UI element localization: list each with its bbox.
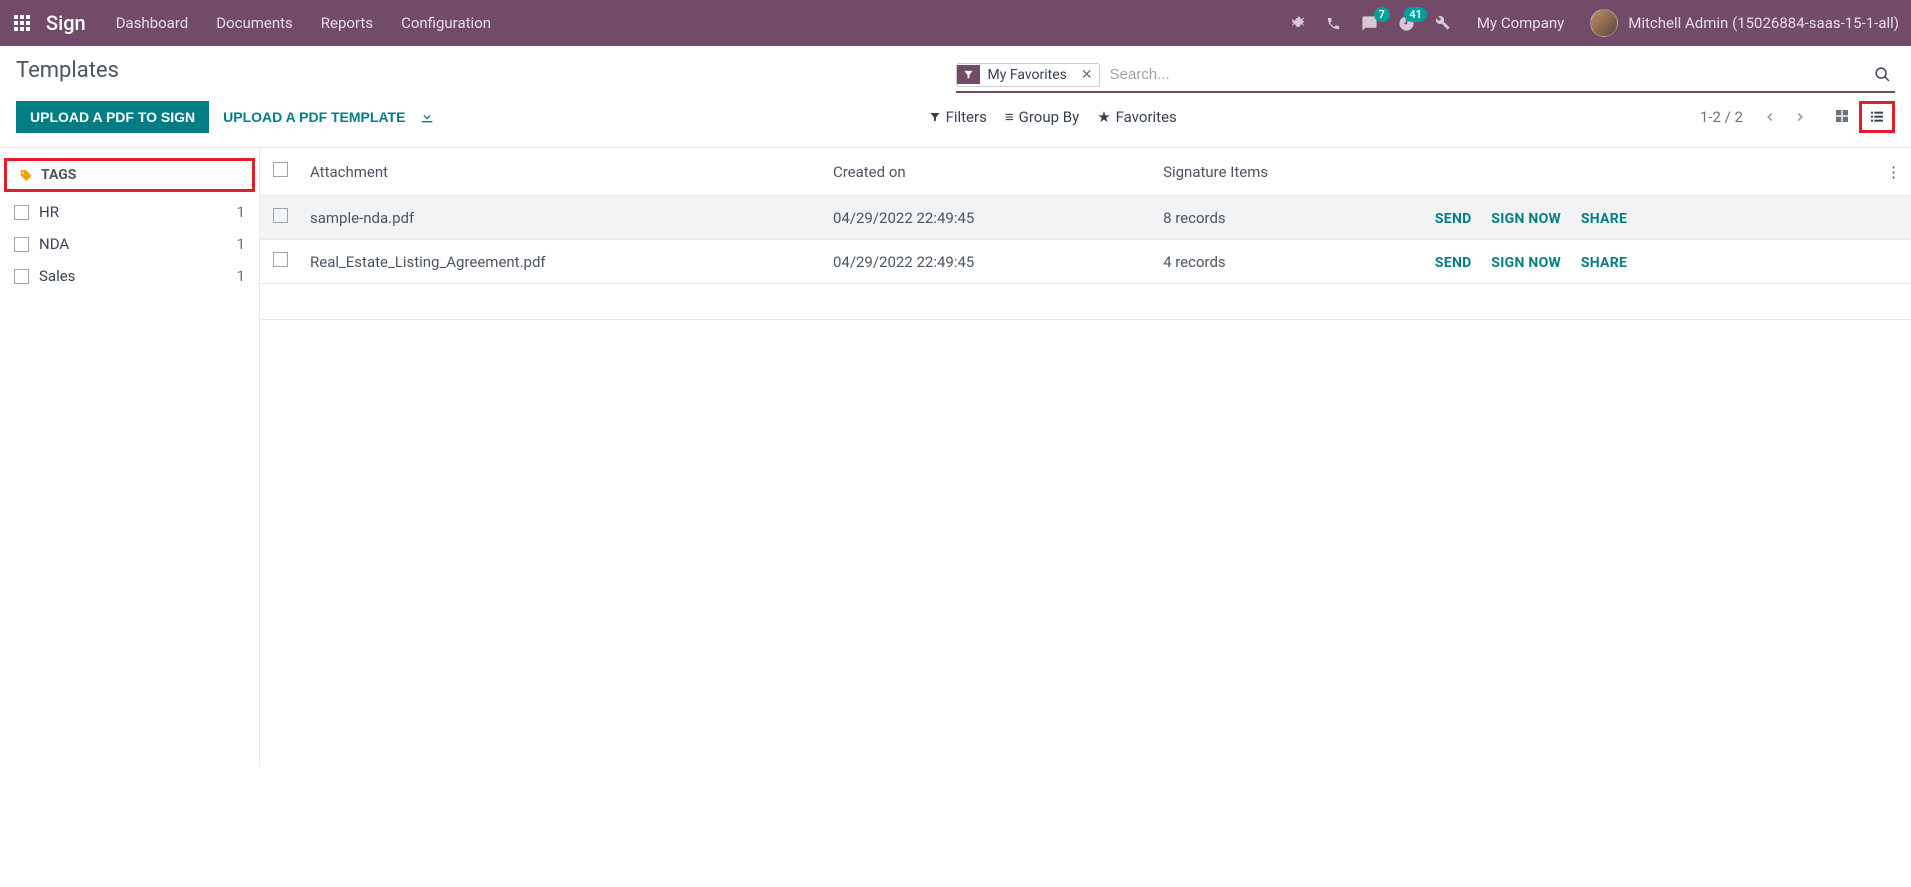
filter-icon [957,65,980,84]
cell-created-on: 04/29/2022 22:49:45 [823,196,1153,240]
tag-label: NDA [39,235,237,253]
upload-pdf-sign-button[interactable]: UPLOAD A PDF TO SIGN [16,101,209,133]
search-input[interactable] [1106,62,1870,87]
nav-dashboard[interactable]: Dashboard [116,14,189,32]
templates-table: Attachment Created on Signature Items ⋮ … [260,148,1911,320]
table-row[interactable]: Real_Estate_Listing_Agreement.pdf 04/29/… [260,240,1911,284]
pager-text[interactable]: 1-2 / 2 [1700,108,1743,126]
send-button[interactable]: SEND [1435,211,1472,227]
filters-label: Filters [946,108,987,126]
pager-next-icon[interactable] [1785,105,1815,129]
search-facet: My Favorites ✕ [956,63,1100,87]
facet-label: My Favorites [980,64,1075,86]
user-menu[interactable]: Mitchell Admin (15026884-saas-15-1-all) [1590,9,1899,37]
cell-attachment: Real_Estate_Listing_Agreement.pdf [300,240,823,284]
nav-documents[interactable]: Documents [216,14,293,32]
group-by-label: Group By [1019,108,1080,126]
col-attachment[interactable]: Attachment [300,148,823,196]
messages-badge: 7 [1374,7,1390,22]
col-signature-items[interactable]: Signature Items [1153,148,1409,196]
action-row: UPLOAD A PDF TO SIGN UPLOAD A PDF TEMPLA… [0,95,1911,147]
tag-item-sales[interactable]: Sales 1 [0,260,259,292]
columns-menu-icon[interactable]: ⋮ [1876,148,1911,196]
debug-icon[interactable] [1290,15,1306,31]
select-all-checkbox[interactable] [273,162,288,177]
col-created-on[interactable]: Created on [823,148,1153,196]
row-checkbox[interactable] [273,208,288,223]
favorites-button[interactable]: ★ Favorites [1097,108,1177,126]
checkbox-icon[interactable] [14,237,29,252]
user-name-label: Mitchell Admin (15026884-saas-15-1-all) [1628,14,1899,32]
list-content: Attachment Created on Signature Items ⋮ … [260,148,1911,767]
activities-badge: 41 [1404,7,1427,22]
upload-pdf-template-button[interactable]: UPLOAD A PDF TEMPLATE [223,109,405,125]
nav-configuration[interactable]: Configuration [401,14,491,32]
facet-remove-icon[interactable]: ✕ [1075,64,1099,86]
activities-icon[interactable]: 41 [1398,15,1415,32]
checkbox-icon[interactable] [14,205,29,220]
nav-reports[interactable]: Reports [321,14,373,32]
tag-label: Sales [39,267,237,285]
company-selector[interactable]: My Company [1477,14,1564,32]
tag-count: 1 [237,267,245,285]
group-by-button[interactable]: ≡ Group By [1005,108,1079,126]
share-button[interactable]: SHARE [1581,211,1627,227]
cell-created-on: 04/29/2022 22:49:45 [823,240,1153,284]
checkbox-icon[interactable] [14,269,29,284]
phone-icon[interactable] [1326,16,1341,31]
tag-count: 1 [237,203,245,221]
sidebar: TAGS HR 1 NDA 1 Sales 1 [0,148,260,767]
tools-icon[interactable] [1435,15,1451,31]
tag-icon [19,167,33,183]
cell-attachment: sample-nda.pdf [300,196,823,240]
list-view-icon[interactable] [1859,101,1895,133]
sign-now-button[interactable]: SIGN NOW [1491,211,1561,227]
pager-prev-icon[interactable] [1755,105,1785,129]
tag-label: HR [39,203,237,221]
page-title: Templates [16,58,956,83]
messages-icon[interactable]: 7 [1361,15,1378,32]
filters-button[interactable]: Filters [929,108,987,126]
control-row: Templates My Favorites ✕ [0,46,1911,95]
cell-signature-items: 8 records [1153,196,1409,240]
row-checkbox[interactable] [273,252,288,267]
search-icon[interactable] [1870,62,1895,87]
top-navbar: Sign Dashboard Documents Reports Configu… [0,0,1911,46]
tag-item-nda[interactable]: NDA 1 [0,228,259,260]
app-brand[interactable]: Sign [46,11,86,35]
avatar [1590,9,1618,37]
cell-signature-items: 4 records [1153,240,1409,284]
search-box[interactable]: My Favorites ✕ [956,58,1896,93]
kanban-view-icon[interactable] [1825,101,1859,133]
tag-item-hr[interactable]: HR 1 [0,196,259,228]
main-content: TAGS HR 1 NDA 1 Sales 1 Attachment Creat… [0,147,1911,767]
table-row[interactable]: sample-nda.pdf 04/29/2022 22:49:45 8 rec… [260,196,1911,240]
send-button[interactable]: SEND [1435,255,1472,271]
share-button[interactable]: SHARE [1581,255,1627,271]
tag-count: 1 [237,235,245,253]
tags-header[interactable]: TAGS [4,158,255,192]
download-icon[interactable] [419,109,435,125]
sign-now-button[interactable]: SIGN NOW [1491,255,1561,271]
tags-header-label: TAGS [41,167,76,183]
apps-icon[interactable] [12,13,32,33]
favorites-label: Favorites [1116,108,1177,126]
